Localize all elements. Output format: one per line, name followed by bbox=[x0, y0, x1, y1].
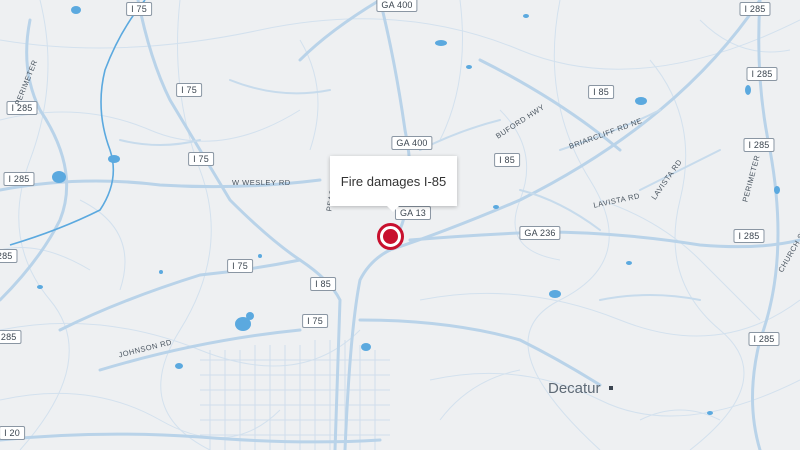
highway-shield: I 285 bbox=[0, 249, 18, 263]
highway-shield: GA 236 bbox=[519, 226, 561, 240]
fire-location-marker-icon[interactable] bbox=[377, 223, 404, 250]
highway-shield: GA 400 bbox=[391, 136, 433, 150]
highway-shield: I 20 bbox=[0, 426, 25, 440]
city-label-decatur: Decatur bbox=[548, 380, 601, 397]
highway-shield: I 285 bbox=[0, 330, 22, 344]
marker-dot bbox=[383, 229, 398, 244]
map-base-layer[interactable] bbox=[0, 0, 800, 450]
highway-shield: I 85 bbox=[588, 85, 614, 99]
highway-shield: I 75 bbox=[302, 314, 328, 328]
highway-shield: I 85 bbox=[310, 277, 336, 291]
map-view[interactable]: I 75 GA 400 I 285 I 285 I 285 I 75 I 85 … bbox=[0, 0, 800, 450]
highway-shield: I 75 bbox=[126, 2, 152, 16]
highway-shield: I 285 bbox=[746, 67, 778, 81]
highway-shield: I 285 bbox=[733, 229, 765, 243]
popup-title: Fire damages I-85 bbox=[340, 173, 447, 189]
highway-shield: I 285 bbox=[748, 332, 780, 346]
highway-shield: I 285 bbox=[743, 138, 775, 152]
highway-shield: I 285 bbox=[739, 2, 771, 16]
highway-shield: I 285 bbox=[3, 172, 35, 186]
city-dot bbox=[609, 386, 613, 390]
highway-shield: I 75 bbox=[188, 152, 214, 166]
highway-shield: GA 400 bbox=[376, 0, 418, 12]
highway-shield: I 75 bbox=[227, 259, 253, 273]
highway-shield: I 85 bbox=[494, 153, 520, 167]
road-label: W WESLEY RD bbox=[232, 178, 291, 187]
popup-pointer bbox=[386, 205, 400, 212]
highway-shield: I 75 bbox=[176, 83, 202, 97]
location-popup[interactable]: Fire damages I-85 bbox=[330, 156, 457, 206]
highway-shield: GA 13 bbox=[394, 206, 432, 220]
